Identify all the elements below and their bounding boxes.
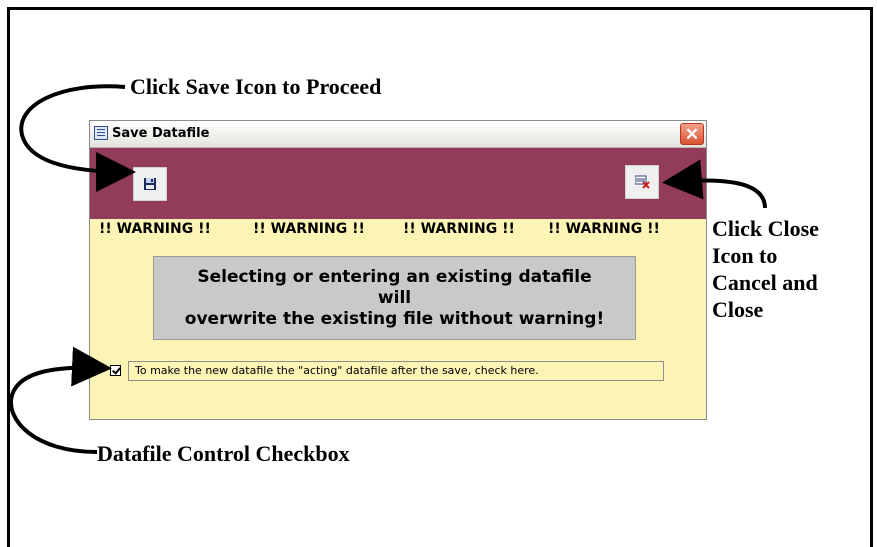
- close-datafile-button[interactable]: [625, 165, 659, 199]
- title-bar: Save Datafile ✕: [90, 121, 706, 148]
- floppy-disk-icon: [144, 178, 156, 190]
- close-icon[interactable]: ✕: [680, 123, 704, 145]
- save-button[interactable]: [133, 167, 167, 201]
- warning-text: !! WARNING !!: [403, 221, 515, 237]
- warning-text: !! WARNING !!: [99, 221, 211, 237]
- acting-datafile-checkbox[interactable]: [110, 365, 121, 376]
- overwrite-warning-text: Selecting or entering an existing datafi…: [184, 267, 605, 330]
- overwrite-warning-box: Selecting or entering an existing datafi…: [153, 256, 636, 340]
- table-icon: [94, 126, 108, 140]
- close-datafile-icon: [635, 175, 650, 189]
- warning-text: !! WARNING !!: [548, 221, 660, 237]
- save-hint-callout: Click Save Icon to Proceed: [130, 74, 382, 99]
- checkbox-hint-callout: Datafile Control Checkbox: [97, 441, 350, 466]
- close-hint-line: Icon to: [712, 243, 778, 268]
- close-hint-callout: Click Close Icon to Cancel and Close: [712, 215, 872, 323]
- window-title: Save Datafile: [112, 126, 210, 141]
- warning-line: Selecting or entering an existing datafi…: [197, 266, 592, 308]
- toolbar-banner: [90, 148, 706, 219]
- warning-text: !! WARNING !!: [253, 221, 365, 237]
- warning-line: overwrite the existing file without warn…: [184, 308, 605, 329]
- acting-datafile-checkbox-label: To make the new datafile the "acting" da…: [128, 361, 664, 381]
- close-hint-line: Click Close: [712, 216, 819, 241]
- close-hint-line: Close: [712, 297, 764, 322]
- close-hint-line: Cancel and: [712, 270, 818, 295]
- save-datafile-dialog: Save Datafile ✕ !! WARNING !! !! WARNING…: [89, 120, 707, 420]
